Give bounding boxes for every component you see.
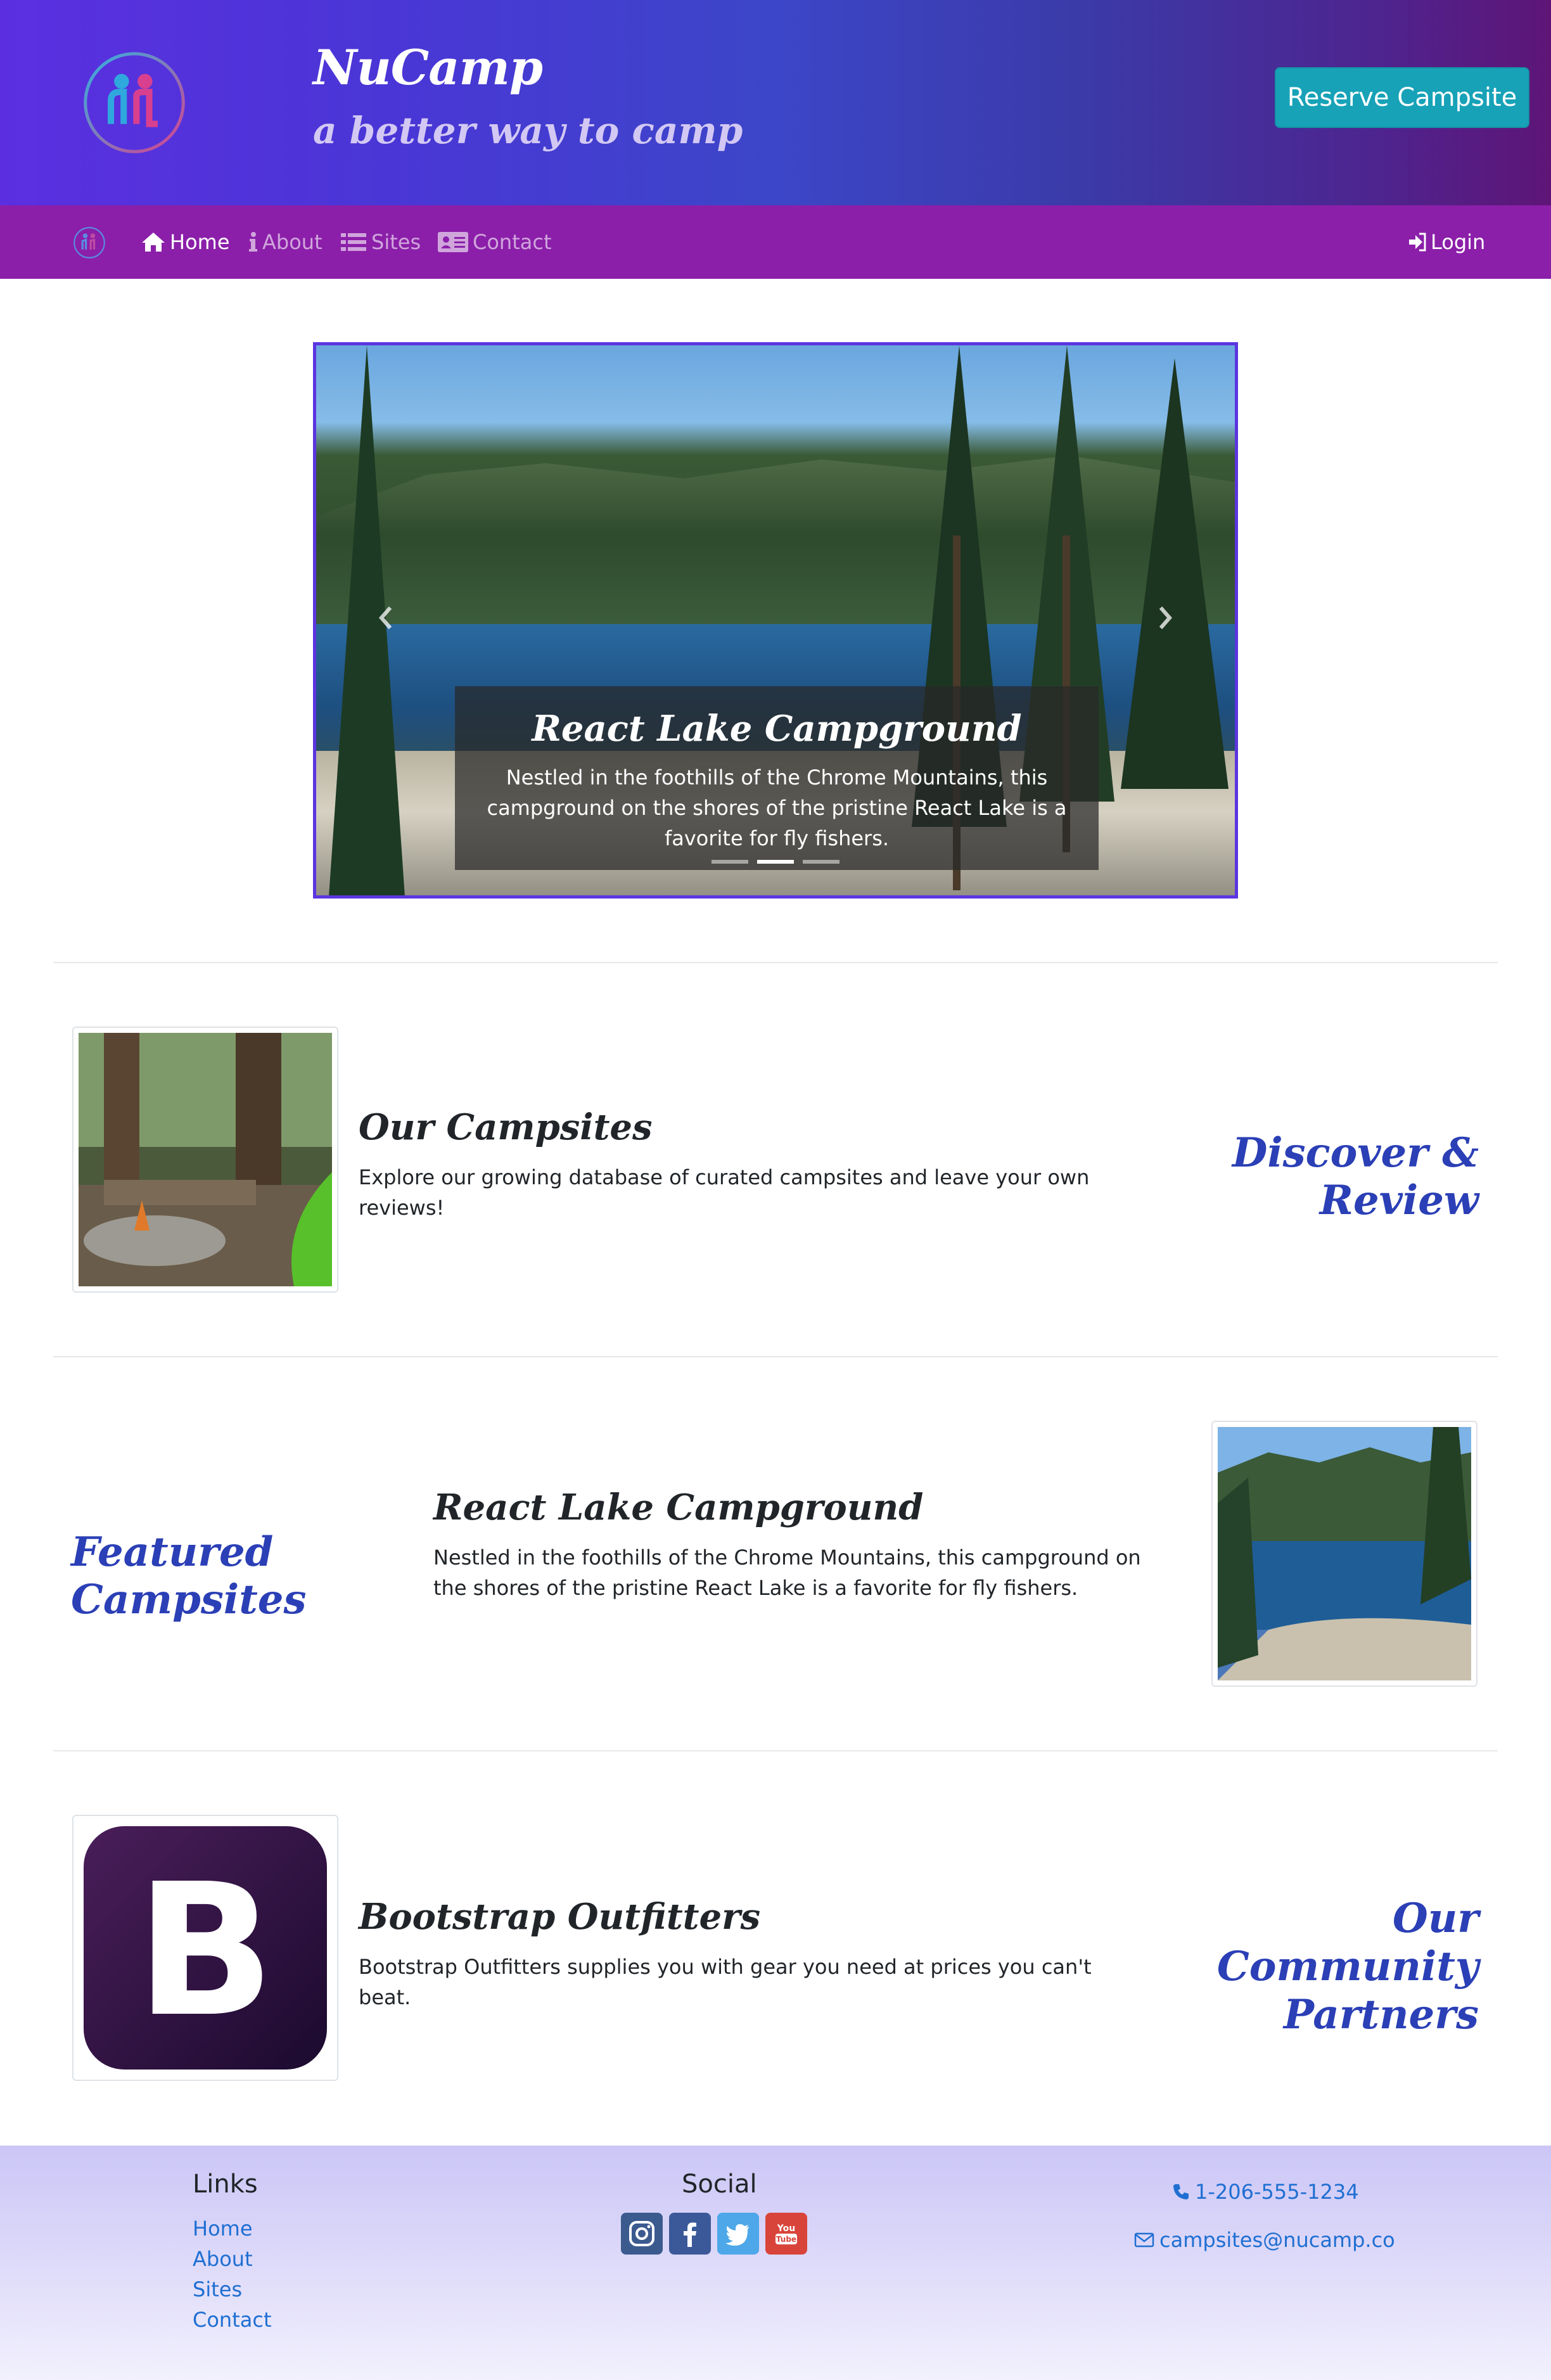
nav-label-home: Home (170, 230, 230, 254)
bootstrap-logo: B (84, 1826, 327, 2070)
footer-phone: 1-206-555-1234 (1195, 2180, 1359, 2204)
site-header: NuCamp a better way to camp Reserve Camp… (0, 0, 1551, 205)
list-icon (341, 233, 366, 251)
section-divider (53, 1356, 1498, 1357)
partner-logo-image: B (72, 1815, 338, 2081)
carousel-indicator-3[interactable] (803, 860, 839, 864)
main-navbar: Home About Sites Contact Login (0, 205, 1551, 279)
featured-campsite-image (1211, 1421, 1478, 1687)
partner-text: Bootstrap Outfitters supplies you with g… (359, 1955, 1092, 2009)
campfire-photo (79, 1033, 332, 1286)
youtube-icon[interactable]: You Tube (765, 2213, 807, 2255)
footer-email-link[interactable]: campsites@nucamp.co (1134, 2228, 1395, 2252)
nav-item-home[interactable]: Home (141, 224, 230, 260)
brand-title: NuCamp (313, 39, 543, 96)
footer-link-contact[interactable]: Contact (193, 2308, 272, 2332)
featured-campsite-title: React Lake Campground (433, 1487, 924, 1528)
svg-text:Tube: Tube (776, 2235, 796, 2244)
chevron-right-icon (1159, 606, 1172, 629)
featured-campsites-heading: Featured Campsites (71, 1528, 307, 1623)
community-partners-line1: Our Community (1216, 1895, 1479, 1990)
footer-social-heading: Social (682, 2170, 757, 2199)
twitter-icon[interactable] (717, 2213, 759, 2255)
community-partners-heading: Our Community Partners (1147, 1895, 1479, 2039)
partner-title: Bootstrap Outfitters (359, 1896, 761, 1938)
lake-photo (1218, 1427, 1471, 1680)
chevron-left-icon (379, 606, 392, 629)
campsites-title: Our Campsites (359, 1106, 653, 1148)
carousel-next-button[interactable] (1146, 599, 1184, 637)
sign-in-icon (1409, 233, 1426, 252)
svg-text:B: B (136, 1845, 275, 2057)
campsites-image (72, 1027, 338, 1293)
footer-links-heading: Links (193, 2170, 258, 2199)
carousel-prev-button[interactable] (367, 599, 405, 637)
carousel-indicators (316, 860, 1235, 864)
svg-text:You: You (777, 2223, 795, 2234)
envelope-icon (1134, 2232, 1154, 2248)
instagram-icon[interactable] (621, 2213, 663, 2255)
reserve-campsite-button[interactable]: Reserve Campsite (1275, 67, 1529, 128)
nav-label-sites: Sites (371, 230, 421, 254)
nav-item-contact[interactable]: Contact (437, 224, 552, 260)
carousel-indicator-2[interactable] (757, 860, 794, 864)
footer-link-sites[interactable]: Sites (193, 2277, 242, 2301)
home-icon (142, 233, 165, 252)
navbar-logo-icon[interactable] (72, 226, 106, 260)
section-divider (53, 962, 1498, 963)
section-divider (53, 1750, 1498, 1751)
carousel-caption-title: React Lake Campground (532, 708, 1022, 750)
info-icon (249, 232, 257, 252)
brand-tagline: a better way to camp (313, 109, 743, 152)
phone-icon (1173, 2184, 1189, 2199)
nucamp-logo (84, 52, 185, 153)
nav-item-sites[interactable]: Sites (340, 224, 421, 260)
carousel-caption: React Lake Campground Nestled in the foo… (455, 686, 1099, 870)
nav-label-about: About (262, 230, 322, 254)
footer-link-home[interactable]: Home (193, 2217, 253, 2241)
facebook-icon[interactable] (669, 2213, 711, 2255)
carousel-indicator-1[interactable] (712, 860, 748, 864)
footer-email: campsites@nucamp.co (1159, 2228, 1395, 2252)
carousel-caption-text: Nestled in the foothills of the Chrome M… (487, 765, 1067, 850)
footer-phone-link[interactable]: 1-206-555-1234 (1172, 2180, 1359, 2204)
discover-review-heading: Discover & Review (1232, 1129, 1479, 1224)
nav-item-about[interactable]: About (247, 224, 322, 260)
nav-label-contact: Contact (473, 230, 552, 254)
campsites-text: Explore our growing database of curated … (359, 1165, 1090, 1220)
login-button[interactable]: Login (1408, 224, 1485, 260)
carousel-slide-image (316, 456, 1235, 630)
footer-link-about[interactable]: About (193, 2247, 253, 2271)
hero-carousel: React Lake Campground Nestled in the foo… (313, 342, 1238, 899)
login-label: Login (1431, 230, 1486, 254)
site-footer: Links Home About Sites Contact Social Yo… (0, 2146, 1551, 2380)
community-partners-line2: Partners (1283, 1991, 1479, 2038)
address-card-icon (438, 232, 468, 252)
featured-campsite-text: Nestled in the foothills of the Chrome M… (433, 1545, 1141, 1600)
